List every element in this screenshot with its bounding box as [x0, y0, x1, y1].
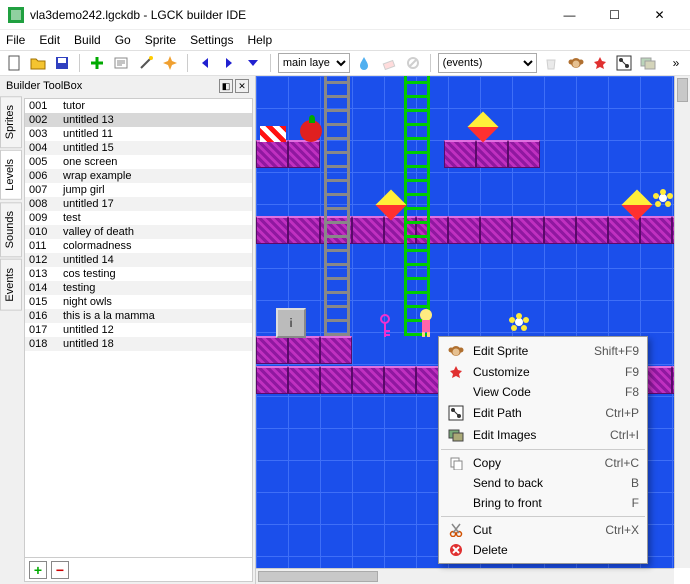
- tab-sprites[interactable]: Sprites: [0, 96, 22, 148]
- ctx-edit-sprite[interactable]: Edit SpriteShift+F9: [439, 340, 647, 362]
- toolbox-title: Builder ToolBox: [6, 80, 217, 92]
- ctx-delete[interactable]: Delete: [439, 540, 647, 560]
- monkey-icon: [447, 343, 465, 359]
- ctx-view-code[interactable]: View CodeF8: [439, 382, 647, 402]
- water-drop-button[interactable]: [354, 52, 374, 74]
- list-item[interactable]: 018untitled 18: [25, 337, 252, 351]
- list-item[interactable]: 001tutor: [25, 99, 252, 113]
- new-file-button[interactable]: [4, 52, 24, 74]
- ctx-send-to-back[interactable]: Send to backB: [439, 473, 647, 493]
- ladder-green: [404, 76, 430, 336]
- sparkle-button[interactable]: [160, 52, 180, 74]
- list-item[interactable]: 008untitled 17: [25, 197, 252, 211]
- nav-left-button[interactable]: [195, 52, 215, 74]
- ladder-grey: [324, 76, 350, 336]
- list-item[interactable]: 010valley of death: [25, 225, 252, 239]
- titlebar: vla3demo242.lgckdb - LGCK builder IDE — …: [0, 0, 690, 30]
- cut-icon: [447, 523, 465, 537]
- apple-sprite[interactable]: [300, 120, 322, 142]
- open-file-button[interactable]: [28, 52, 48, 74]
- menu-sprite[interactable]: Sprite: [145, 33, 176, 47]
- tab-sounds[interactable]: Sounds: [0, 202, 22, 257]
- copy-icon: [447, 456, 465, 470]
- menu-build[interactable]: Build: [74, 33, 101, 47]
- list-item[interactable]: 016this is a la mamma: [25, 309, 252, 323]
- builder-toolbox-panel: Builder ToolBox ◧ ✕ SpritesLevelsSoundsE…: [0, 76, 256, 584]
- wand-button[interactable]: [135, 52, 155, 74]
- list-item[interactable]: 015night owls: [25, 295, 252, 309]
- star-icon: [447, 365, 465, 379]
- menu-go[interactable]: Go: [115, 33, 131, 47]
- list-item[interactable]: 003untitled 11: [25, 127, 252, 141]
- ctx-edit-path[interactable]: Edit PathCtrl+P: [439, 402, 647, 424]
- context-menu: Edit SpriteShift+F9CustomizeF9View CodeF…: [438, 336, 648, 564]
- menu-help[interactable]: Help: [247, 33, 272, 47]
- menubar: File Edit Build Go Sprite Settings Help: [0, 30, 690, 50]
- images-icon: [447, 427, 465, 443]
- delete-icon: [447, 543, 465, 557]
- tab-events[interactable]: Events: [0, 259, 22, 311]
- list-item[interactable]: 014testing: [25, 281, 252, 295]
- list-item[interactable]: 013cos testing: [25, 267, 252, 281]
- list-item[interactable]: 009test: [25, 211, 252, 225]
- nav-down-button[interactable]: [243, 52, 263, 74]
- remove-item-button[interactable]: −: [51, 561, 69, 579]
- ctx-customize[interactable]: CustomizeF9: [439, 362, 647, 382]
- list-item[interactable]: 005one screen: [25, 155, 252, 169]
- trash-button[interactable]: [541, 52, 561, 74]
- add-button[interactable]: [87, 52, 107, 74]
- events-select[interactable]: (events): [438, 53, 538, 73]
- flower-sprite[interactable]: [650, 188, 674, 214]
- undock-button[interactable]: ◧: [219, 79, 233, 93]
- toolbar: main laye (events) »: [0, 50, 690, 76]
- path-button[interactable]: [614, 52, 634, 74]
- path-icon: [447, 405, 465, 421]
- list-item[interactable]: 002untitled 13: [25, 113, 252, 127]
- block-sprite[interactable]: i: [276, 308, 306, 338]
- window-title: vla3demo242.lgckdb - LGCK builder IDE: [30, 8, 547, 22]
- list-item[interactable]: 011colormadness: [25, 239, 252, 253]
- minimize-button[interactable]: —: [547, 1, 592, 29]
- menu-file[interactable]: File: [6, 33, 25, 47]
- level-list[interactable]: 001tutor002untitled 13003untitled 11004u…: [25, 99, 252, 557]
- menu-edit[interactable]: Edit: [39, 33, 60, 47]
- list-item[interactable]: 007jump girl: [25, 183, 252, 197]
- key-sprite[interactable]: [378, 314, 392, 338]
- close-panel-button[interactable]: ✕: [235, 79, 249, 93]
- edit-script-button[interactable]: [111, 52, 131, 74]
- save-file-button[interactable]: [52, 52, 72, 74]
- list-item[interactable]: 017untitled 12: [25, 323, 252, 337]
- layer-select[interactable]: main laye: [278, 53, 351, 73]
- tab-levels[interactable]: Levels: [0, 150, 22, 200]
- cancel-button[interactable]: [403, 52, 423, 74]
- flag-sprite[interactable]: [260, 126, 286, 142]
- vertical-scrollbar[interactable]: [674, 76, 690, 568]
- monkey-button[interactable]: [566, 52, 586, 74]
- list-item[interactable]: 012untitled 14: [25, 253, 252, 267]
- player-sprite[interactable]: [416, 308, 436, 338]
- ctx-copy[interactable]: CopyCtrl+C: [439, 453, 647, 473]
- images-button[interactable]: [638, 52, 658, 74]
- ctx-edit-images[interactable]: Edit ImagesCtrl+I: [439, 424, 647, 446]
- nav-right-button[interactable]: [219, 52, 239, 74]
- flower-sprite[interactable]: [506, 312, 532, 338]
- ctx-cut[interactable]: CutCtrl+X: [439, 520, 647, 540]
- menu-settings[interactable]: Settings: [190, 33, 233, 47]
- toolbar-overflow-button[interactable]: »: [666, 52, 686, 74]
- horizontal-scrollbar[interactable]: [256, 568, 674, 584]
- list-item[interactable]: 006wrap example: [25, 169, 252, 183]
- close-button[interactable]: ✕: [637, 1, 682, 29]
- list-item[interactable]: 004untitled 15: [25, 141, 252, 155]
- star-button[interactable]: [590, 52, 610, 74]
- add-item-button[interactable]: +: [29, 561, 47, 579]
- maximize-button[interactable]: ☐: [592, 1, 637, 29]
- eraser-button[interactable]: [379, 52, 399, 74]
- app-icon: [8, 7, 24, 23]
- ctx-bring-to-front[interactable]: Bring to frontF: [439, 493, 647, 513]
